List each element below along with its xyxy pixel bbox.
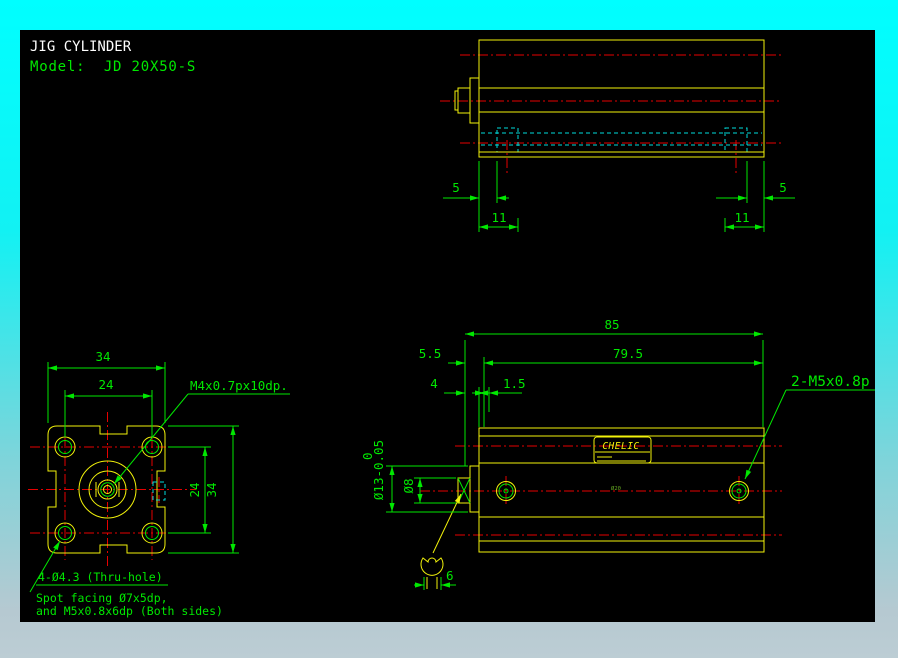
front-view-dimensions: 34 24 24 34 M4x0.7px10dp. 4-Ø4.3 (Thru-h…	[29, 349, 290, 618]
side-view: CHELIC Ø20 85 79.5 5.5 4 1.5 Ø13-0.05 0 …	[360, 317, 875, 590]
model-label: Model: JD 20X50-S	[30, 59, 196, 75]
dim-rod-dia-upper-tol: 0	[360, 452, 375, 460]
dim-rod-dia: Ø13-0.05	[371, 440, 386, 500]
dim-rod-flat: Ø8	[401, 478, 416, 493]
note-spot-facing-2: and M5x0.8x6dp (Both sides)	[36, 604, 223, 618]
top-view-centerlines	[440, 54, 782, 176]
top-view-hidden-lines	[481, 127, 762, 153]
top-view-body-outline	[454, 39, 765, 158]
top-view-dimensions: 5 11 11 5	[443, 161, 795, 232]
side-view-dimensions: 85 79.5 5.5 4 1.5 Ø13-0.05 0 Ø8 6 2-M5x0…	[360, 317, 875, 590]
label-thru-hole: 4-Ø4.3 (Thru-hole)	[38, 570, 163, 584]
front-view: 34 24 24 34 M4x0.7px10dp. 4-Ø4.3 (Thru-h…	[28, 349, 290, 618]
page-title: JIG CYLINDER	[30, 39, 132, 55]
desktop-background: { "window": { "title": "JIG CYLINDER", "…	[0, 0, 898, 658]
drawing-canvas[interactable]: JIG CYLINDER Model: JD 20X50-S 5 11 11 5…	[20, 30, 875, 622]
dim-left-11: 11	[491, 210, 506, 225]
bore-mark: Ø20	[611, 485, 621, 492]
dim-wrench: 6	[446, 568, 454, 583]
title-block: JIG CYLINDER Model: JD 20X50-S	[30, 39, 196, 75]
label-ports: 2-M5x0.8p	[791, 374, 870, 390]
dim-right-11: 11	[734, 210, 749, 225]
dim-overall: 85	[604, 317, 619, 332]
dim-height-outer: 34	[204, 482, 219, 497]
brand-name: CHELIC	[602, 441, 639, 452]
cad-drawing: JIG CYLINDER Model: JD 20X50-S 5 11 11 5…	[28, 39, 875, 618]
dim-gap: 1.5	[503, 376, 526, 391]
dim-width-holes: 24	[98, 377, 113, 392]
dim-height-holes: 24	[187, 482, 202, 497]
dim-body: 79.5	[613, 346, 643, 361]
brand-label-plate: CHELIC	[593, 436, 652, 464]
dim-rod-ext: 5.5	[419, 346, 442, 361]
top-side-view: 5 11 11 5	[440, 39, 795, 232]
dim-flange: 4	[430, 376, 438, 391]
dim-width-outer: 34	[95, 349, 110, 364]
wrench-symbol	[420, 493, 462, 589]
side-view-centerlines	[420, 445, 782, 536]
note-spot-facing-1: Spot facing Ø7x5dp,	[36, 591, 168, 605]
dim-left-5: 5	[452, 180, 460, 195]
label-center-thread: M4x0.7px10dp.	[190, 378, 288, 393]
dim-right-5: 5	[779, 180, 787, 195]
